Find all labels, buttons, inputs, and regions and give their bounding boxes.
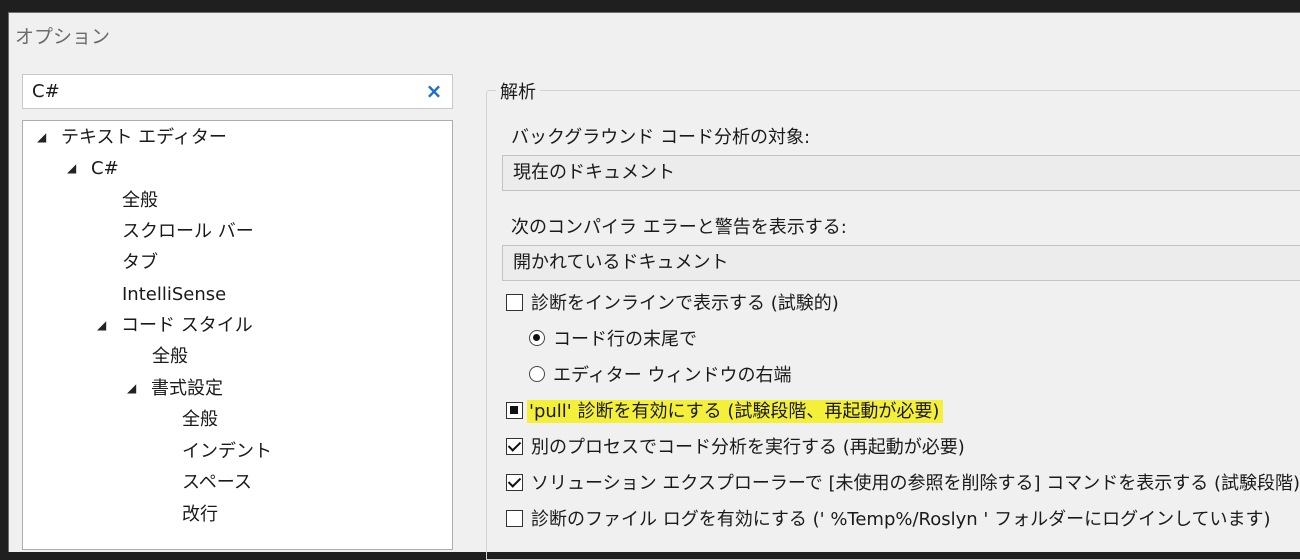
- tree-item-general[interactable]: 全般: [122, 186, 158, 216]
- tree-item-intellisense[interactable]: IntelliSense: [122, 280, 226, 310]
- dialog-title: オプション: [15, 26, 111, 48]
- expanded-triangle-icon[interactable]: ◢: [97, 310, 115, 340]
- tree-item-indentation[interactable]: インデント: [182, 437, 272, 467]
- background-analysis-label: バックグラウンド コード分析の対象:: [511, 127, 811, 148]
- tree-item-newlines[interactable]: 改行: [182, 500, 218, 530]
- search-box[interactable]: ×: [22, 74, 453, 109]
- analysis-group-label: 解析: [496, 78, 540, 104]
- separate-process-checkbox[interactable]: [506, 437, 523, 455]
- compiler-errors-label: 次のコンパイラ エラーと警告を表示する:: [511, 217, 847, 238]
- file-log-checkbox[interactable]: [506, 509, 523, 527]
- tree-item-code-style-general[interactable]: 全般: [152, 342, 188, 372]
- inline-diagnostics-option[interactable]: 診断をインラインで表示する (試験的): [506, 289, 839, 319]
- end-of-line-option[interactable]: コード行の末尾で: [529, 325, 697, 355]
- tree-item-formatting[interactable]: ◢ 書式設定: [127, 374, 223, 404]
- background-analysis-combo[interactable]: 現在のドキュメント: [502, 155, 1300, 191]
- tree-item-scrollbar[interactable]: スクロール バー: [122, 217, 254, 247]
- tree-item-text-editor[interactable]: ◢ テキスト エディター: [37, 123, 227, 153]
- compiler-errors-combo[interactable]: 開かれているドキュメント: [502, 245, 1300, 281]
- expanded-triangle-icon[interactable]: ◢: [37, 122, 55, 152]
- file-log-option[interactable]: 診断のファイル ログを有効にする (' %Temp%/Roslyn ' フォルダ…: [506, 505, 1271, 535]
- tree-item-tabs[interactable]: タブ: [122, 248, 158, 278]
- tree-item-spacing[interactable]: スペース: [182, 468, 252, 498]
- options-tree[interactable]: ◢ テキスト エディター ◢ C# 全般 スクロール バー タブ IntelliSe…: [22, 120, 453, 550]
- expanded-triangle-icon[interactable]: ◢: [67, 153, 85, 183]
- end-of-line-radio[interactable]: [529, 330, 545, 346]
- remove-unused-references-option[interactable]: ソリューション エクスプローラーで [未使用の参照を削除する] コマンドを表示す…: [506, 469, 1300, 499]
- pull-diagnostics-option[interactable]: 'pull' 診断を有効にする (試験段階、再起動が必要): [506, 397, 944, 427]
- pull-diagnostics-checkbox[interactable]: [506, 401, 523, 419]
- search-input[interactable]: [23, 75, 422, 108]
- separate-process-option[interactable]: 別のプロセスでコード分析を実行する (再起動が必要): [506, 433, 965, 463]
- tree-item-formatting-general[interactable]: 全般: [182, 405, 218, 435]
- right-edge-radio[interactable]: [529, 366, 545, 382]
- expanded-triangle-icon[interactable]: ◢: [127, 373, 145, 403]
- tree-item-csharp[interactable]: ◢ C#: [67, 154, 119, 184]
- inline-diagnostics-checkbox[interactable]: [506, 293, 523, 311]
- clear-search-icon[interactable]: ×: [423, 80, 445, 102]
- remove-unused-references-checkbox[interactable]: [506, 473, 523, 491]
- right-edge-option[interactable]: エディター ウィンドウの右端: [529, 361, 791, 391]
- tree-item-code-style[interactable]: ◢ コード スタイル: [97, 311, 253, 341]
